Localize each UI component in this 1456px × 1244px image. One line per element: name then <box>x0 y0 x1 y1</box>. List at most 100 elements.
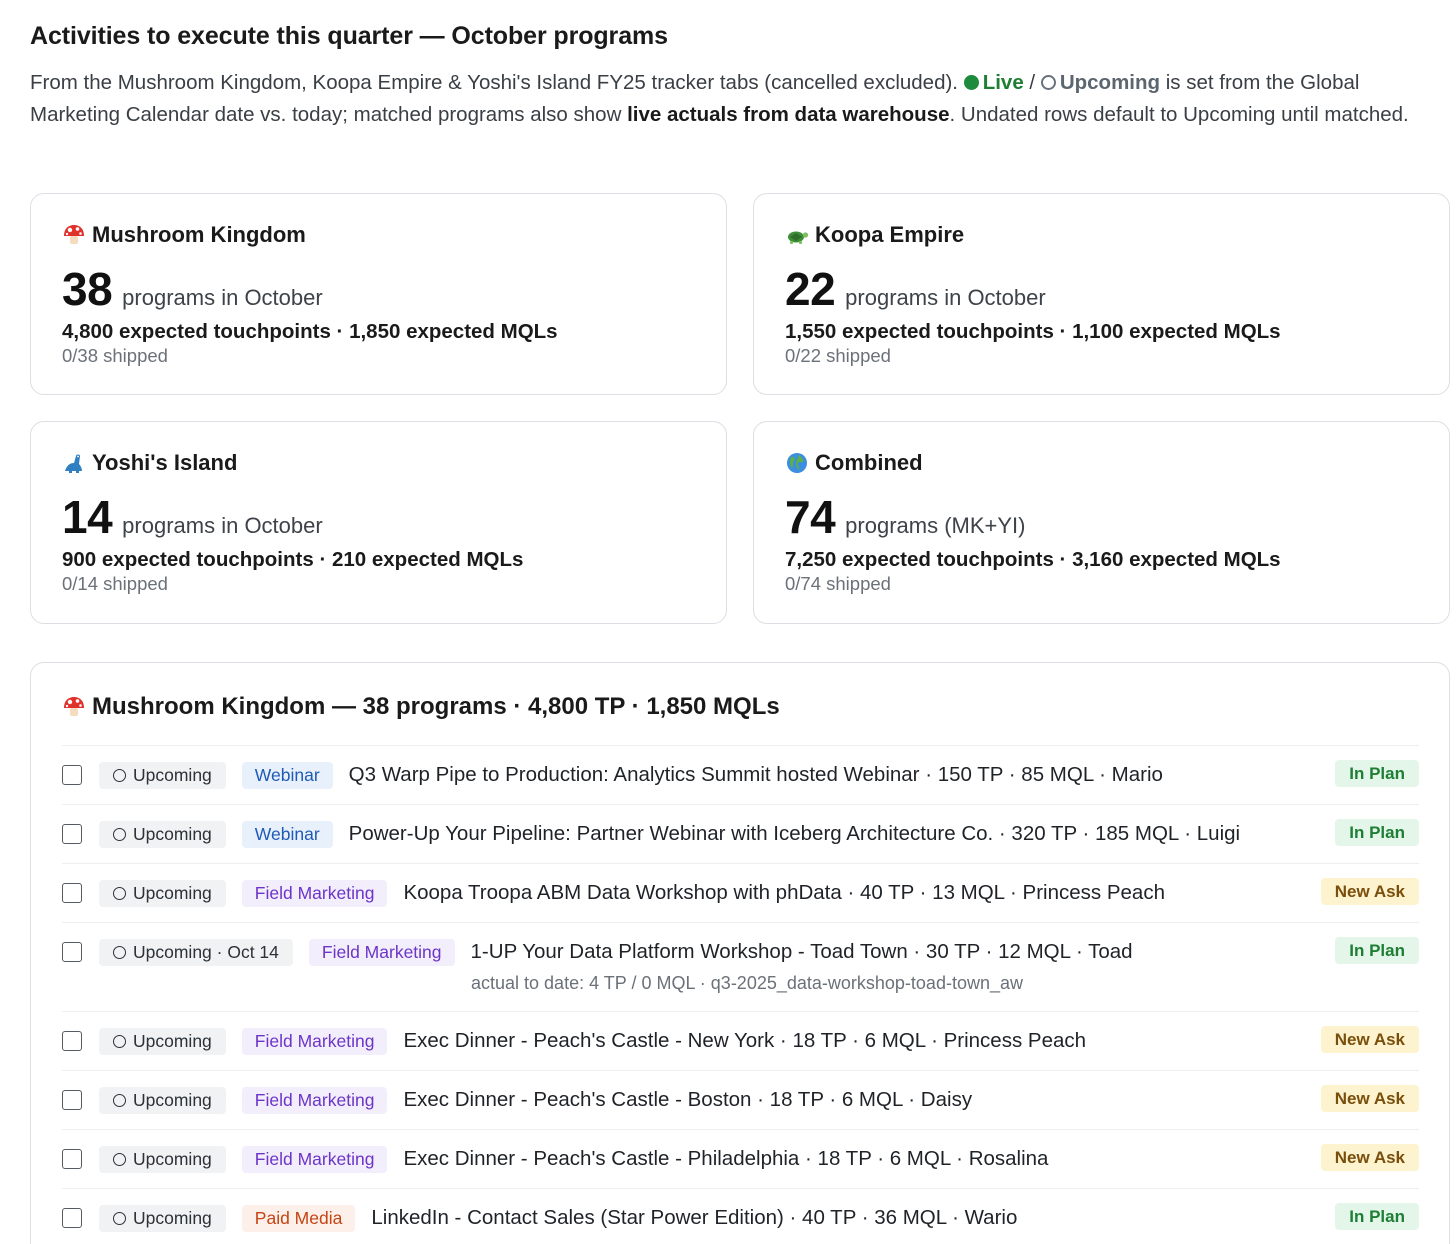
turtle-icon <box>788 231 809 244</box>
plan-status-badge: New Ask <box>1320 878 1419 905</box>
card-mushroom-kingdom: Mushroom Kingdom 38 programs in October … <box>30 193 727 395</box>
program-type-tag: Paid Media <box>241 1204 356 1232</box>
upcoming-ring-icon <box>113 1034 126 1048</box>
card-combined: Combined 74 programs (MK+YI) 7,250 expec… <box>753 421 1450 624</box>
plan-status-badge: In Plan <box>1335 937 1419 964</box>
program-count-label: programs in October <box>845 285 1046 310</box>
program-actuals: actual to date: 4 TP / 0 MQL · q3-2025_d… <box>471 973 1023 993</box>
program-count: 14 <box>62 491 113 543</box>
card-title: Combined <box>815 450 923 475</box>
upcoming-ring-icon <box>113 827 126 841</box>
plan-status-badge: New Ask <box>1320 1144 1419 1171</box>
mushroom-kingdom-program-panel: Mushroom Kingdom — 38 programs · 4,800 T… <box>30 662 1450 1244</box>
program-checkbox[interactable] <box>62 1149 82 1169</box>
live-dot-icon <box>963 75 979 90</box>
status-badge: Upcoming <box>99 761 226 789</box>
plan-status-badge: New Ask <box>1320 1026 1419 1053</box>
program-type-tag: Webinar <box>241 761 333 789</box>
program-count: 74 <box>785 491 836 543</box>
intro-bold-text: live actuals from data warehouse <box>627 103 950 126</box>
plan-status-badge: New Ask <box>1320 1085 1419 1112</box>
program-type-tag: Field Marketing <box>241 1086 388 1114</box>
expected-totals: 4,800 expected touchpoints · 1,850 expec… <box>62 320 558 343</box>
program-checkbox[interactable] <box>62 1090 82 1110</box>
upcoming-ring-icon <box>113 1093 126 1107</box>
program-description: Q3 Warp Pipe to Production: Analytics Su… <box>348 763 1163 786</box>
program-checkbox[interactable] <box>62 1208 82 1228</box>
program-type-tag: Webinar <box>241 820 333 848</box>
program-count-label: programs (MK+YI) <box>845 513 1026 538</box>
shipped-count: 0/14 shipped <box>62 573 168 594</box>
globe-icon <box>787 453 807 473</box>
page-title: Activities to execute this quarter — Oct… <box>30 22 668 50</box>
upcoming-ring-icon <box>113 768 126 782</box>
program-count-label: programs in October <box>122 285 323 310</box>
plan-status-badge: In Plan <box>1335 1203 1419 1230</box>
status-label: Upcoming <box>133 764 212 785</box>
status-label: Upcoming <box>133 1207 212 1228</box>
status-label: Upcoming <box>133 1030 212 1051</box>
program-type-tag: Field Marketing <box>241 1145 388 1173</box>
card-koopa-empire: Koopa Empire 22 programs in October 1,55… <box>753 193 1450 395</box>
program-description: Koopa Troopa ABM Data Workshop with phDa… <box>403 881 1165 904</box>
mushroom-icon <box>64 697 84 716</box>
program-row: Upcoming · Oct 14 Field Marketing 1-UP You… <box>62 922 1419 1011</box>
program-checkbox[interactable] <box>62 942 82 962</box>
plan-status-badge: In Plan <box>1335 760 1419 787</box>
status-label: Upcoming <box>133 882 212 903</box>
upcoming-label: Upcoming <box>1059 71 1161 94</box>
program-checkbox[interactable] <box>62 883 82 903</box>
status-label: Upcoming <box>133 1089 212 1110</box>
status-badge: Upcoming <box>99 820 226 848</box>
live-label: Live <box>982 71 1024 94</box>
status-label: Upcoming <box>133 823 212 844</box>
card-yoshis-island: Yoshi's Island 14 programs in October 90… <box>30 421 727 624</box>
program-type-tag: Field Marketing <box>241 1027 388 1055</box>
card-title: Yoshi's Island <box>92 450 238 475</box>
program-row: Upcoming Field Marketing Exec Dinner - Pea… <box>62 1011 1419 1070</box>
program-checkbox[interactable] <box>62 1031 82 1051</box>
program-row: Upcoming Field Marketing Exec Dinner - Pea… <box>62 1070 1419 1129</box>
program-row: Upcoming Webinar Power-Up Your Pipeline: P… <box>62 804 1419 863</box>
status-label: Upcoming <box>133 1148 212 1169</box>
program-list: Upcoming Webinar Q3 Warp Pipe to Productio… <box>62 745 1419 1244</box>
shipped-count: 0/74 shipped <box>785 573 891 594</box>
dinosaur-icon <box>65 454 82 473</box>
program-description: 1-UP Your Data Platform Workshop - Toad … <box>470 940 1133 963</box>
status-badge: Upcoming <box>99 1027 226 1055</box>
program-row: Upcoming Field Marketing Koopa Troopa ABM … <box>62 863 1419 922</box>
program-row: Upcoming Field Marketing Exec Dinner - Pea… <box>62 1129 1419 1188</box>
program-row: Upcoming Webinar Q3 Warp Pipe to Productio… <box>62 745 1419 804</box>
intro-text-3: . Undated rows default to Upcoming until… <box>949 103 1409 126</box>
intro-paragraph: From the Mushroom Kingdom, Koopa Empire … <box>30 67 1430 131</box>
status-badge: Upcoming <box>99 879 226 907</box>
program-count: 38 <box>62 263 113 315</box>
program-count: 22 <box>785 263 836 315</box>
status-badge: Upcoming <box>99 1204 226 1232</box>
program-description: Exec Dinner - Peach's Castle - Boston · … <box>403 1088 973 1111</box>
status-badge: Upcoming <box>99 1086 226 1114</box>
upcoming-ring-icon <box>113 886 126 900</box>
shipped-count: 0/38 shipped <box>62 345 168 366</box>
program-checkbox[interactable] <box>62 765 82 785</box>
card-title: Mushroom Kingdom <box>92 222 306 247</box>
mushroom-icon <box>64 225 84 244</box>
program-description: Power-Up Your Pipeline: Partner Webinar … <box>348 822 1241 845</box>
expected-totals: 900 expected touchpoints · 210 expected … <box>62 548 524 571</box>
plan-status-badge: In Plan <box>1335 819 1419 846</box>
upcoming-ring-icon <box>113 945 126 959</box>
card-title: Koopa Empire <box>815 222 965 247</box>
upcoming-ring-icon <box>113 1211 126 1225</box>
panel-title: Mushroom Kingdom — 38 programs · 4,800 T… <box>92 693 780 720</box>
intro-separator: / <box>1023 71 1041 94</box>
program-type-tag: Field Marketing <box>241 879 388 907</box>
status-label: Upcoming · Oct 14 <box>133 941 279 962</box>
intro-text-1: From the Mushroom Kingdom, Koopa Empire … <box>30 71 964 94</box>
program-description: Exec Dinner - Peach's Castle - New York … <box>403 1029 1087 1052</box>
upcoming-ring-icon <box>113 1152 126 1166</box>
expected-totals: 7,250 expected touchpoints · 3,160 expec… <box>785 548 1281 571</box>
shipped-count: 0/22 shipped <box>785 345 891 366</box>
program-description: LinkedIn - Contact Sales (Star Power Edi… <box>371 1206 1018 1229</box>
status-badge: Upcoming · Oct 14 <box>99 938 293 966</box>
program-checkbox[interactable] <box>62 824 82 844</box>
